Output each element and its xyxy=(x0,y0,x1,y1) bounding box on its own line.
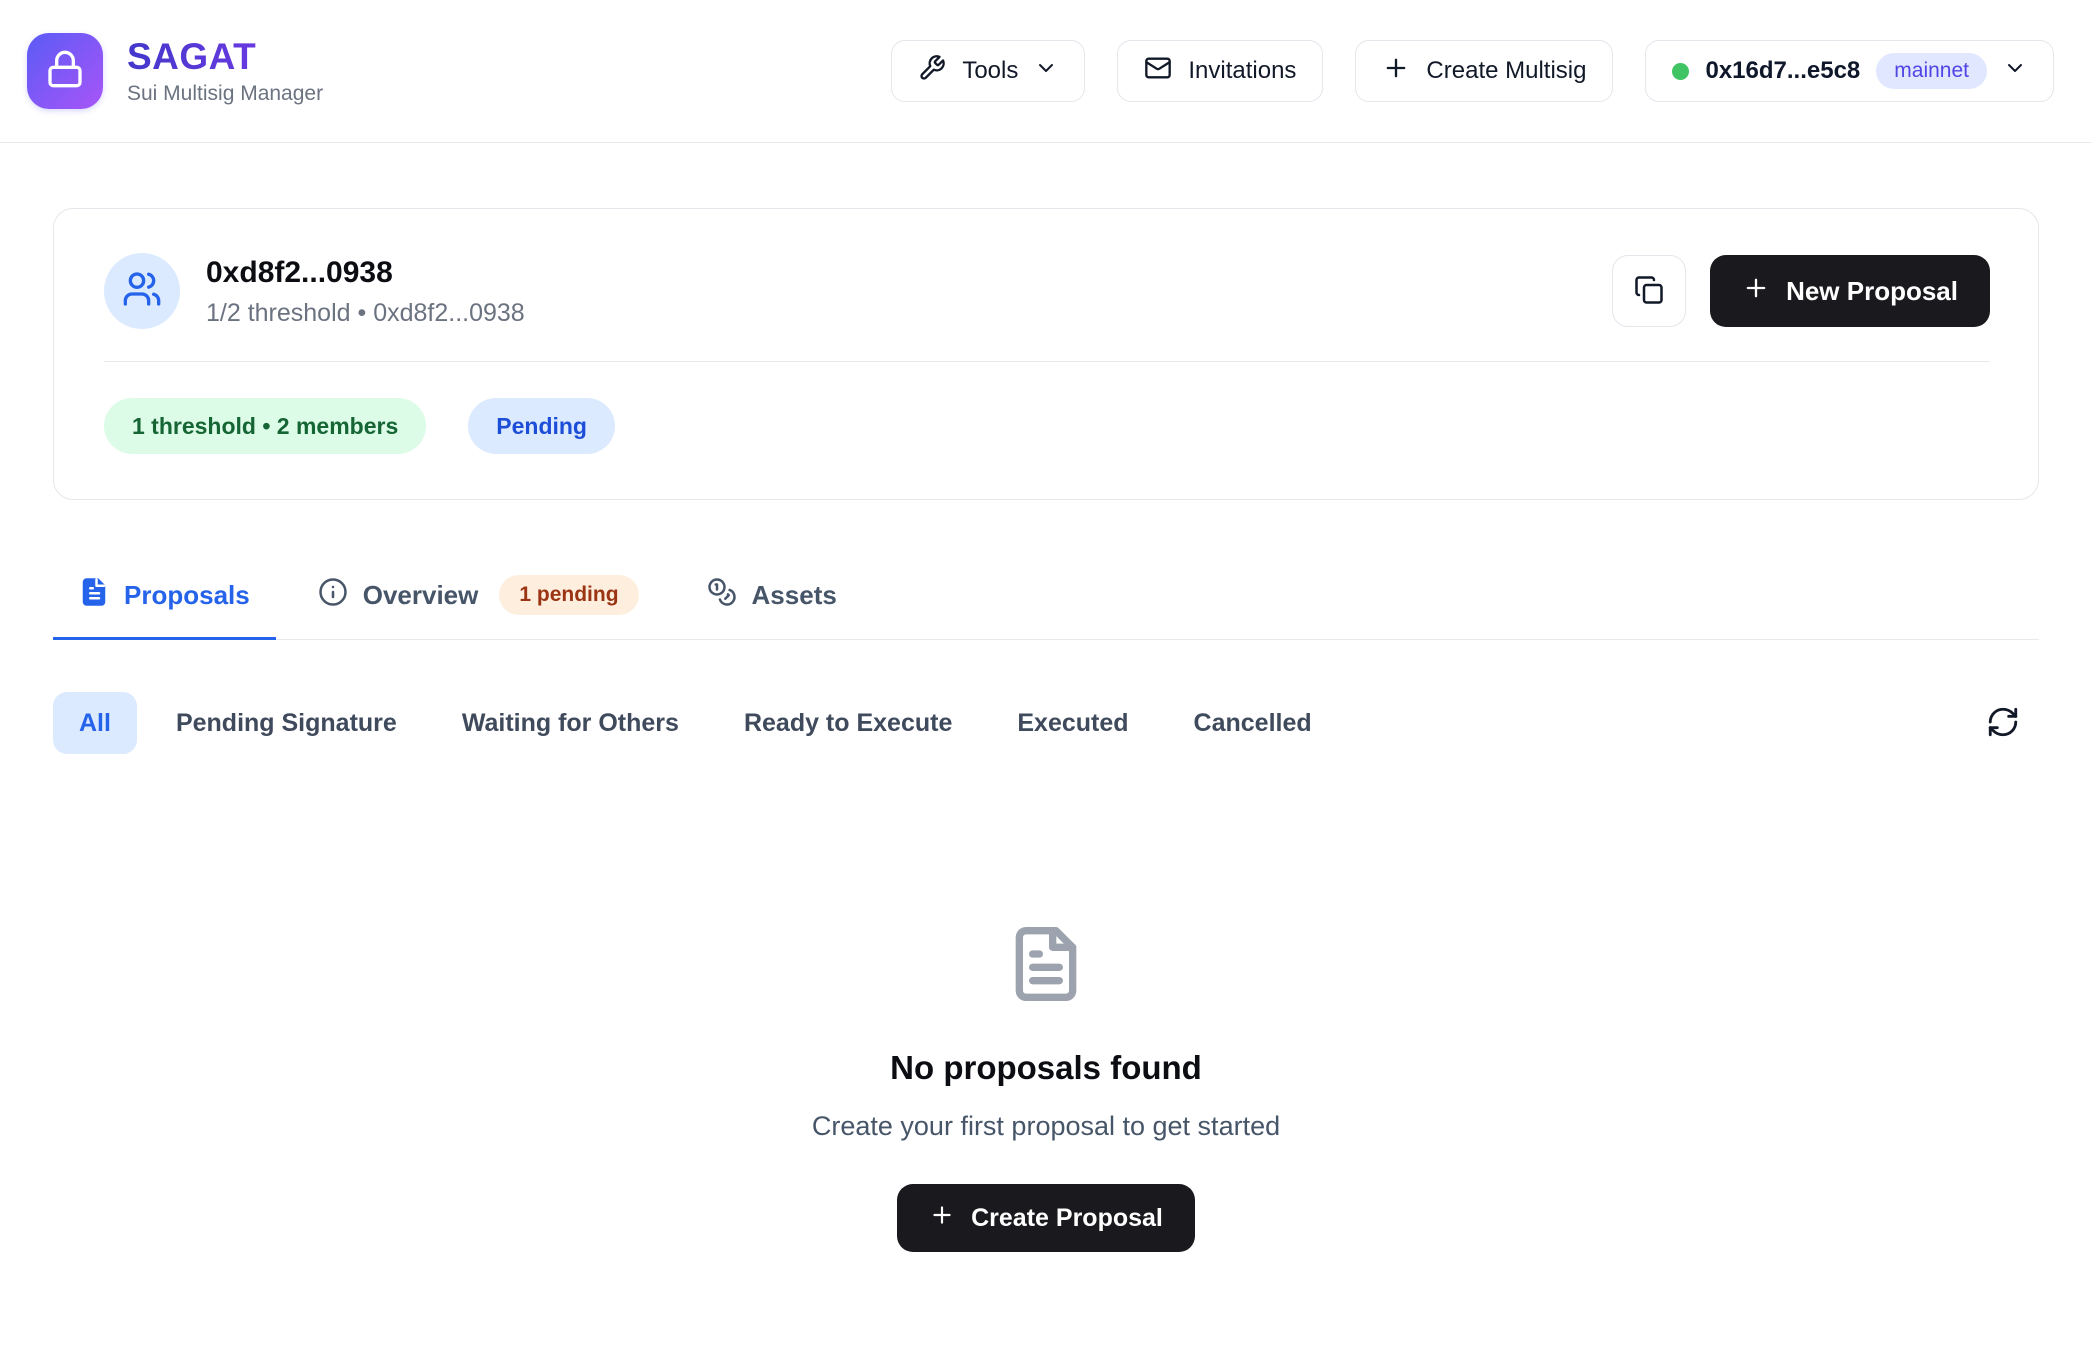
chevron-down-icon xyxy=(2003,56,2027,87)
tab-overview[interactable]: Overview 1 pending xyxy=(292,567,665,640)
tab-proposals[interactable]: Proposals xyxy=(53,567,276,640)
info-icon xyxy=(318,577,348,614)
new-proposal-button-label: New Proposal xyxy=(1786,276,1958,307)
tab-proposals-label: Proposals xyxy=(124,580,250,611)
empty-state-title: No proposals found xyxy=(890,1049,1202,1087)
brand: SAGAT Sui Multisig Manager xyxy=(27,33,323,109)
tab-assets[interactable]: Assets xyxy=(681,567,863,640)
filter-executed[interactable]: Executed xyxy=(991,692,1154,754)
filter-waiting-for-others[interactable]: Waiting for Others xyxy=(436,692,705,754)
wrench-icon xyxy=(918,54,946,89)
chevron-down-icon xyxy=(1034,56,1058,87)
filter-pending-signature[interactable]: Pending Signature xyxy=(150,692,423,754)
plus-icon xyxy=(1742,274,1770,309)
tools-button-label: Tools xyxy=(962,57,1018,85)
new-proposal-button[interactable]: New Proposal xyxy=(1710,255,1990,327)
mail-icon xyxy=(1144,54,1172,89)
multisig-subtitle: 1/2 threshold • 0xd8f2...0938 xyxy=(206,299,525,328)
tab-overview-label: Overview xyxy=(363,580,479,611)
app-title: SAGAT xyxy=(127,36,323,79)
refresh-button[interactable] xyxy=(1979,699,2027,747)
tab-bar: Proposals Overview 1 pending xyxy=(53,567,2039,640)
filter-all[interactable]: All xyxy=(53,692,137,754)
empty-state-subtitle: Create your first proposal to get starte… xyxy=(812,1111,1280,1142)
create-proposal-button[interactable]: Create Proposal xyxy=(897,1184,1195,1252)
filter-cancelled[interactable]: Cancelled xyxy=(1168,692,1338,754)
multisig-title: 0xd8f2...0938 xyxy=(206,255,525,291)
app-header: SAGAT Sui Multisig Manager Tools xyxy=(0,0,2092,143)
file-text-icon xyxy=(1006,924,1086,1009)
page: SAGAT Sui Multisig Manager Tools xyxy=(0,0,2092,1372)
create-multisig-button[interactable]: Create Multisig xyxy=(1355,40,1613,102)
create-multisig-button-label: Create Multisig xyxy=(1426,57,1586,85)
invitations-button[interactable]: Invitations xyxy=(1117,40,1323,102)
file-text-icon xyxy=(79,577,109,614)
plus-icon xyxy=(929,1202,955,1235)
multisig-avatar xyxy=(104,253,180,329)
brand-text: SAGAT Sui Multisig Manager xyxy=(127,36,323,107)
badge-row: 1 threshold • 2 members Pending xyxy=(104,398,1990,454)
filter-bar: All Pending Signature Waiting for Others… xyxy=(53,692,2039,754)
multisig-heading: 0xd8f2...0938 1/2 threshold • 0xd8f2...0… xyxy=(206,255,525,328)
users-icon xyxy=(122,269,162,314)
status-badge: Pending xyxy=(468,398,615,454)
network-badge: mainnet xyxy=(1876,53,1987,89)
multisig-card: 0xd8f2...0938 1/2 threshold • 0xd8f2...0… xyxy=(53,208,2039,500)
pending-count-badge: 1 pending xyxy=(499,575,638,615)
app-subtitle: Sui Multisig Manager xyxy=(127,82,323,106)
members-badge: 1 threshold • 2 members xyxy=(104,398,426,454)
header-actions: Tools Invitations xyxy=(891,40,2054,102)
create-proposal-button-label: Create Proposal xyxy=(971,1204,1163,1233)
plus-icon xyxy=(1382,54,1410,89)
wallet-address: 0x16d7...e5c8 xyxy=(1705,57,1860,85)
refresh-icon xyxy=(1986,705,2020,742)
invitations-button-label: Invitations xyxy=(1188,57,1296,85)
empty-state: No proposals found Create your first pro… xyxy=(53,924,2039,1252)
tools-button[interactable]: Tools xyxy=(891,40,1085,102)
copy-icon xyxy=(1634,275,1664,308)
tab-assets-label: Assets xyxy=(752,580,837,611)
filter-ready-to-execute[interactable]: Ready to Execute xyxy=(718,692,978,754)
multisig-card-header: 0xd8f2...0938 1/2 threshold • 0xd8f2...0… xyxy=(104,253,1990,329)
main-content: 0xd8f2...0938 1/2 threshold • 0xd8f2...0… xyxy=(0,208,2092,1252)
wallet-status-dot xyxy=(1672,63,1689,80)
lock-icon xyxy=(45,49,85,94)
copy-address-button[interactable] xyxy=(1612,255,1686,327)
app-logo xyxy=(27,33,103,109)
coins-icon xyxy=(707,577,737,614)
card-divider xyxy=(104,361,1990,362)
wallet-selector[interactable]: 0x16d7...e5c8 mainnet xyxy=(1645,40,2054,102)
